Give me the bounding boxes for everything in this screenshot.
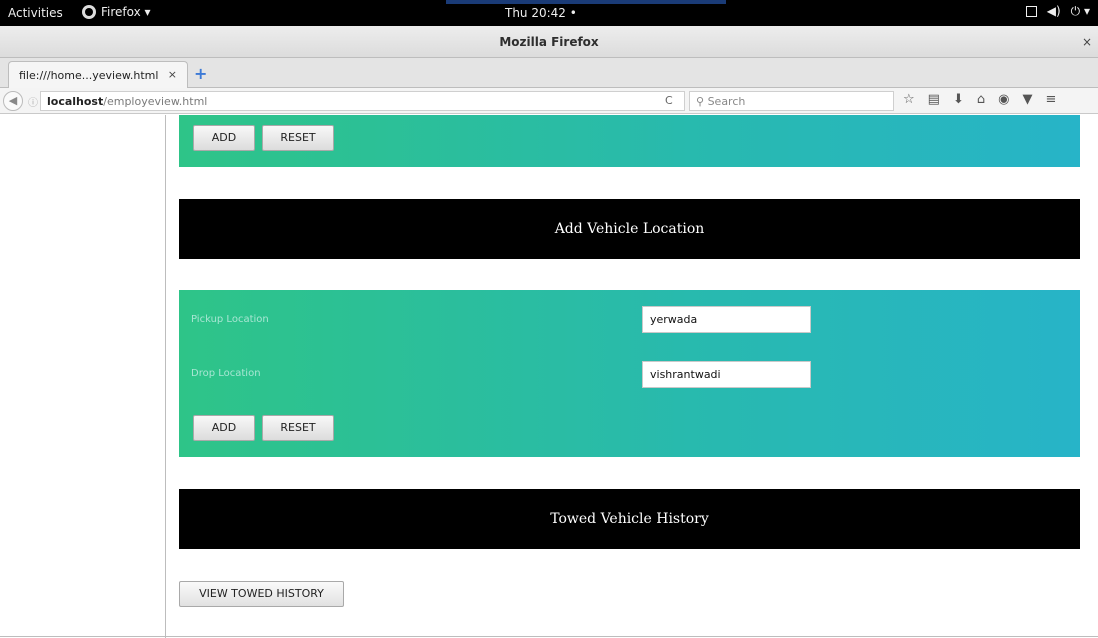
star-icon[interactable]: ☆ [903,92,915,107]
site-info-icon[interactable]: ⓘ [28,94,38,109]
url-bar[interactable]: localhost/employeview.html [40,91,685,111]
tab-close-icon[interactable]: × [168,68,177,81]
download-icon[interactable]: ⬇ [953,92,964,107]
firefox-icon [82,5,96,19]
back-button[interactable]: ◀ [3,91,23,111]
tab-strip: file:///home...yeview.html × + [0,58,1098,88]
window-title-bar: Mozilla Firefox × [0,26,1098,58]
new-tab-button[interactable]: + [194,64,207,83]
drop-location-input[interactable]: vishrantwadi [642,361,811,388]
search-input[interactable]: ⚲ Search [689,91,894,111]
activities-button[interactable]: Activities [8,6,63,20]
location-reset-button[interactable]: RESET [262,415,334,441]
window-close-button[interactable]: × [1082,26,1092,58]
window-icon [1025,6,1037,17]
search-icon: ⚲ [696,95,708,108]
clock[interactable]: Thu 20:42 • [505,6,577,20]
power-icon: ⏻ ▾ [1070,4,1090,18]
drop-location-label: Drop Location [191,368,261,379]
location-add-button[interactable]: ADD [193,415,255,441]
shield-icon[interactable]: ▼ [1022,92,1032,107]
top-add-button[interactable]: ADD [193,125,255,151]
tab-employeview[interactable]: file:///home...yeview.html × [8,61,188,88]
view-towed-history-button[interactable]: VIEW TOWED HISTORY [179,581,344,607]
sidebar-divider [165,115,166,638]
tab-label: file:///home...yeview.html [19,69,159,82]
volume-icon: ◀) [1046,4,1061,18]
menu-icon[interactable]: ≡ [1045,92,1056,107]
window-title: Mozilla Firefox [499,35,599,49]
add-vehicle-location-header: Add Vehicle Location [179,199,1080,259]
url-host: localhost [47,95,104,108]
top-form-panel: ADD RESET [179,115,1080,167]
system-tray[interactable]: ◀) ⏻ ▾ [1025,4,1090,19]
navigation-bar: ◀ ⓘ localhost/employeview.html C ⚲ Searc… [0,88,1098,114]
app-menu-label: Firefox ▾ [101,5,151,19]
overlay-strip [446,0,726,4]
pickup-location-input[interactable]: yerwada [642,306,811,333]
reading-list-icon[interactable]: ▤ [928,92,940,107]
pickup-location-label: Pickup Location [191,314,269,325]
home-icon[interactable]: ⌂ [977,92,985,107]
reload-icon[interactable]: C [665,94,673,107]
url-path: /employeview.html [103,95,208,108]
pocket-icon[interactable]: ◉ [998,92,1009,107]
towed-vehicle-history-header: Towed Vehicle History [179,489,1080,549]
search-placeholder: Search [707,95,746,108]
app-menu[interactable]: Firefox ▾ [82,5,151,19]
page-viewport: ADD RESET Add Vehicle Location Pickup Lo… [0,115,1098,638]
toolbar-icons: ☆ ▤ ⬇ ⌂ ◉ ▼ ≡ [903,92,1056,107]
location-form-panel: Pickup Location yerwada Drop Location vi… [179,290,1080,457]
page-bottom-border [0,636,1098,637]
top-reset-button[interactable]: RESET [262,125,334,151]
